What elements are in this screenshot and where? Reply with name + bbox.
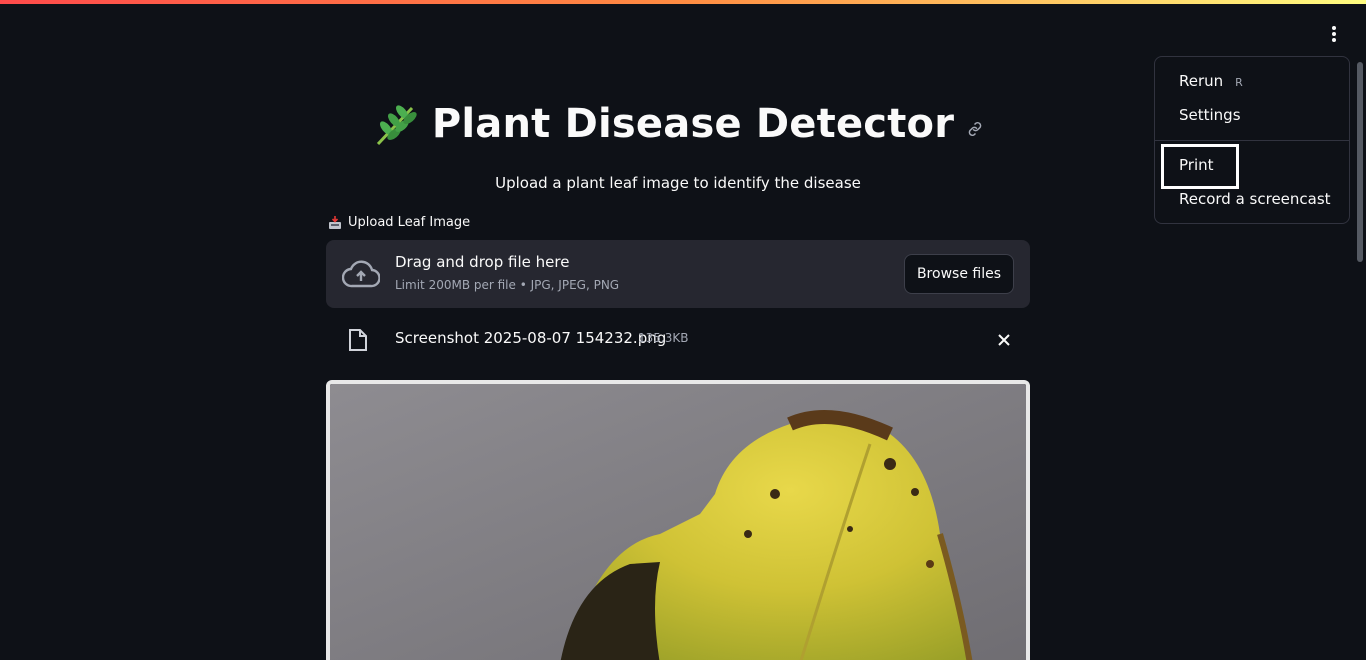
page-title: Plant Disease Detector <box>431 101 955 147</box>
app-decoration-bar <box>0 0 1366 4</box>
menu-item-print[interactable]: Print <box>1179 156 1214 174</box>
file-dropzone[interactable]: Drag and drop file here Limit 200MB per … <box>326 240 1030 308</box>
menu-item-shortcut: R <box>1235 76 1243 89</box>
file-size: 135.3KB <box>638 331 689 345</box>
menu-item-label: Settings <box>1179 106 1241 124</box>
uploader-label-text: Upload Leaf Image <box>348 215 471 230</box>
menu-item-label: Rerun <box>1179 72 1224 90</box>
browse-files-button[interactable]: Browse files <box>903 254 1014 294</box>
scrollbar[interactable] <box>1357 62 1363 262</box>
menu-item-record-screencast[interactable]: Record a screencast <box>1179 190 1331 208</box>
close-icon <box>998 334 1010 346</box>
dropzone-title: Drag and drop file here <box>395 253 570 271</box>
uploaded-leaf-image <box>326 380 1030 660</box>
page-header: Plant Disease Detector <box>0 100 1356 148</box>
file-icon <box>349 329 367 351</box>
inbox-tray-icon <box>329 215 341 229</box>
menu-item-rerun[interactable]: Rerun R <box>1179 72 1243 90</box>
leaf-photo <box>330 384 1026 660</box>
menu-item-settings[interactable]: Settings <box>1179 106 1241 124</box>
herb-icon <box>376 105 417 146</box>
cloud-upload-icon <box>342 260 380 288</box>
main-menu-button[interactable] <box>1320 20 1348 48</box>
menu-item-label: Print <box>1179 156 1214 174</box>
page-subtitle: Upload a plant leaf image to identify th… <box>495 174 861 192</box>
more-vertical-icon <box>1332 26 1336 42</box>
menu-divider <box>1155 140 1349 141</box>
link-icon[interactable] <box>966 120 984 138</box>
menu-item-label: Record a screencast <box>1179 190 1331 208</box>
uploader-label: Upload Leaf Image <box>328 215 470 230</box>
dropzone-limits: Limit 200MB per file • JPG, JPEG, PNG <box>395 278 620 292</box>
file-name: Screenshot 2025-08-07 154232.png <box>395 329 667 347</box>
remove-file-button[interactable] <box>992 328 1016 352</box>
uploaded-file-row: Screenshot 2025-08-07 154232.png 135.3KB <box>326 318 1030 362</box>
main-menu-dropdown: Rerun R Settings Print Record a screencas… <box>1154 56 1350 224</box>
